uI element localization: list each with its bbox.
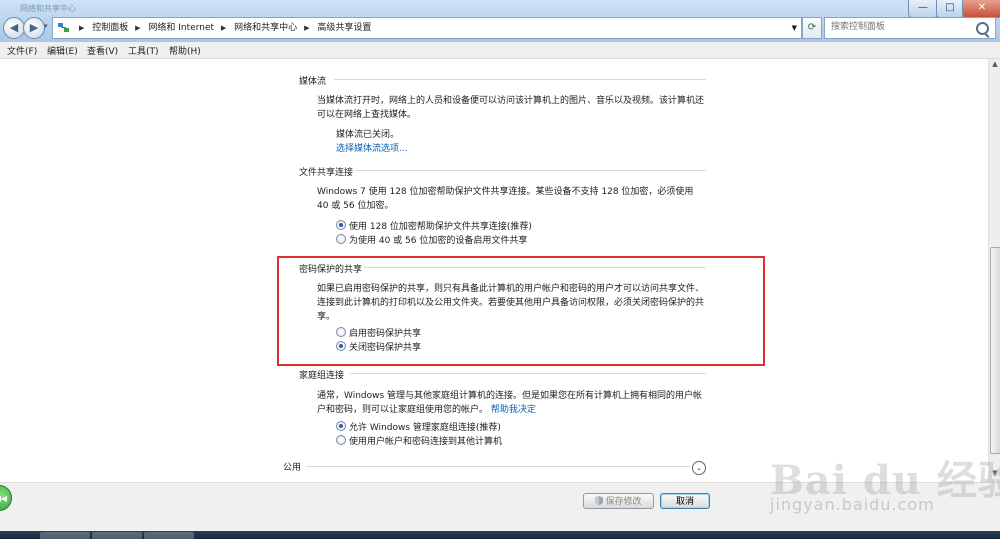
control-panel-icon	[58, 23, 69, 32]
section-divider	[356, 170, 706, 171]
baidu-watermark-url: jingyan.baidu.com	[770, 495, 935, 514]
close-button[interactable]: ✕	[962, 0, 1000, 18]
breadcrumb-separator-icon[interactable]: ▶	[135, 18, 140, 38]
address-bar[interactable]: ▶ 控制面板 ▶ 网络和 Internet ▶ 网络和共享中心 ▶ 高级共享设置…	[52, 17, 802, 39]
radio-label: 使用 128 位加密帮助保护文件共享连接(推荐)	[349, 222, 532, 232]
breadcrumb: ▶ 控制面板 ▶ 网络和 Internet ▶ 网络和共享中心 ▶ 高级共享设置	[75, 18, 371, 38]
recent-pages-dropdown[interactable]: ▾	[44, 22, 48, 30]
save-changes-button[interactable]: 保存修改	[583, 493, 654, 509]
homegroup-section-title: 家庭组连接	[299, 371, 345, 381]
file-sharing-description: Windows 7 使用 128 位加密帮助保护文件共享连接。某些设备不支持 1…	[317, 187, 694, 211]
menu-edit[interactable]: 编辑(E)	[47, 44, 78, 57]
menu-help[interactable]: 帮助(H)	[169, 44, 201, 57]
section-divider	[306, 466, 690, 467]
taskbar-item[interactable]	[144, 532, 194, 539]
address-dropdown-icon[interactable]: ▼	[792, 18, 797, 38]
radio-use-account-password[interactable]: 使用用户帐户和密码连接到其他计算机	[336, 435, 502, 448]
radio-unselected-icon[interactable]	[336, 435, 346, 445]
breadcrumb-advanced-sharing[interactable]: 高级共享设置	[317, 23, 371, 33]
search-input[interactable]	[825, 18, 971, 36]
menu-bar: 文件(F) 编辑(E) 查看(V) 工具(T) 帮助(H)	[0, 42, 1000, 59]
radio-selected-icon[interactable]	[336, 220, 346, 230]
help-me-decide-link[interactable]: 帮助我决定	[491, 405, 536, 415]
search-box[interactable]	[824, 17, 996, 39]
menu-tools[interactable]: 工具(T)	[128, 44, 159, 57]
breadcrumb-separator-icon[interactable]: ▶	[79, 18, 84, 38]
radio-label: 使用用户帐户和密码连接到其他计算机	[349, 437, 503, 447]
forward-button[interactable]: ▶	[23, 17, 45, 39]
radio-label: 允许 Windows 管理家庭组连接(推荐)	[349, 423, 501, 433]
file-sharing-section-title: 文件共享连接	[299, 168, 354, 178]
maximize-button[interactable]: □	[936, 0, 964, 18]
section-divider	[334, 79, 706, 80]
media-section-title: 媒体流	[299, 77, 327, 87]
minimize-button[interactable]: —	[908, 0, 938, 18]
breadcrumb-separator-icon[interactable]: ▶	[221, 18, 226, 38]
advanced-sharing-content: 媒体流 当媒体流打开时，网络上的人员和设备便可以访问该计算机上的图片、音乐以及视…	[0, 59, 988, 482]
highlight-box	[277, 256, 765, 366]
breadcrumb-network-internet[interactable]: 网络和 Internet	[148, 23, 214, 33]
scroll-up-icon[interactable]: ▲	[990, 60, 1000, 72]
search-icon[interactable]	[976, 22, 989, 35]
homegroup-description: 通常，Windows 管理与其他家庭组计算机的连接。但是如果您在所有计算机上拥有…	[317, 389, 707, 417]
back-button[interactable]: ◀	[3, 17, 25, 39]
menu-view[interactable]: 查看(V)	[87, 44, 118, 57]
public-section-title: 公用	[283, 463, 302, 473]
menu-file[interactable]: 文件(F)	[7, 44, 37, 57]
breadcrumb-network-sharing-center[interactable]: 网络和共享中心	[234, 23, 297, 33]
taskbar-item[interactable]	[40, 532, 90, 539]
taskbar-item[interactable]	[92, 532, 142, 539]
radio-label: 为使用 40 或 56 位加密的设备启用文件共享	[349, 236, 528, 246]
breadcrumb-control-panel[interactable]: 控制面板	[92, 23, 128, 33]
radio-unselected-icon[interactable]	[336, 234, 346, 244]
expand-chevron-icon[interactable]: ⌄	[692, 461, 706, 475]
cancel-button[interactable]: 取消	[660, 493, 710, 509]
vertical-scrollbar[interactable]: ▲ ▼	[988, 59, 1000, 482]
radio-windows-manage-homegroup[interactable]: 允许 Windows 管理家庭组连接(推荐)	[336, 421, 501, 434]
radio-selected-icon[interactable]	[336, 421, 346, 431]
media-description: 当媒体流打开时，网络上的人员和设备便可以访问该计算机上的图片、音乐以及视频。该计…	[317, 96, 705, 120]
window-title: 网络和共享中心	[20, 4, 76, 13]
taskbar	[0, 531, 1000, 539]
scrollbar-thumb[interactable]	[990, 247, 1000, 454]
radio-40-56bit-encryption[interactable]: 为使用 40 或 56 位加密的设备启用文件共享	[336, 234, 527, 247]
window-titlebar: 网络和共享中心 — □ ✕ ◀ ▶ ▾ ▶ 控制面板 ▶ 网络和 Interne…	[0, 0, 1000, 43]
media-options-link[interactable]: 选择媒体流选项...	[336, 141, 408, 154]
section-divider	[350, 373, 706, 374]
refresh-button[interactable]: ⟳	[802, 17, 822, 39]
uac-shield-icon	[595, 496, 604, 505]
save-changes-label: 保存修改	[605, 497, 642, 507]
breadcrumb-separator-icon[interactable]: ▶	[304, 18, 309, 38]
media-status: 媒体流已关闭。	[336, 130, 400, 140]
radio-128bit-encryption[interactable]: 使用 128 位加密帮助保护文件共享连接(推荐)	[336, 220, 532, 233]
